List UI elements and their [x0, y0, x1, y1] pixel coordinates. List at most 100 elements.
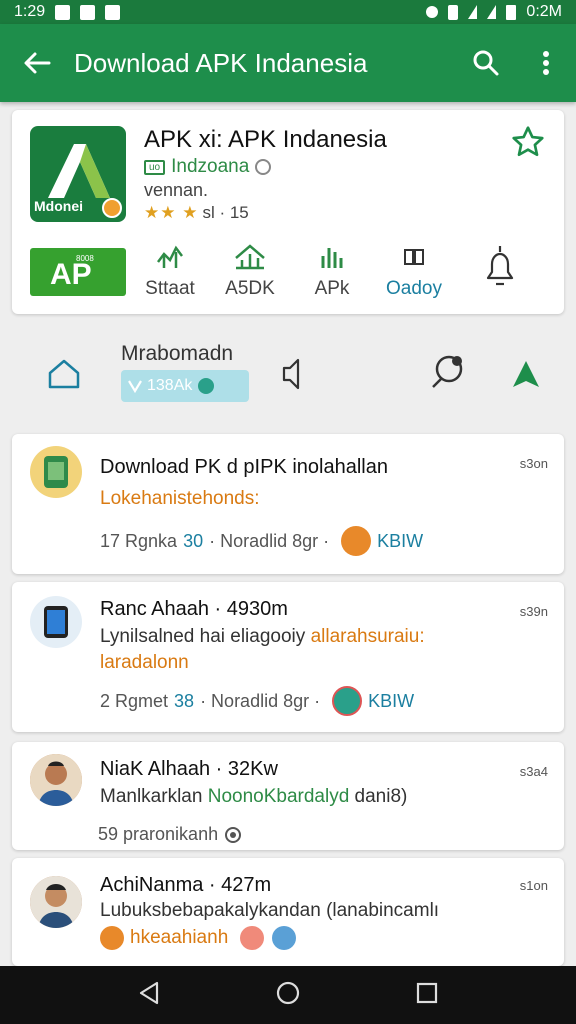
vibrate-icon	[448, 4, 459, 20]
share-button[interactable]	[424, 348, 472, 396]
post-meta: 2 Rgmet 38 · Noradlid 8gr · KBIW	[100, 686, 414, 716]
post-tag[interactable]: KBIW	[368, 691, 414, 712]
home-icon	[48, 359, 80, 389]
signal-icon	[487, 5, 497, 19]
home-button[interactable]	[42, 352, 86, 396]
logo-text: Mdonei	[34, 198, 83, 214]
post-text-highlight: allarahsuraiu:	[310, 626, 425, 647]
meta-count: 38	[174, 690, 195, 711]
wifi-icon	[468, 5, 478, 19]
post-text: Lynilsalned hai eliagooiy allarahsuraiu:	[100, 626, 425, 648]
target-icon	[225, 826, 242, 843]
phone-icon	[44, 606, 68, 638]
square-recents-icon	[417, 982, 438, 1003]
reaction-icon	[341, 526, 372, 556]
nav-home-button[interactable]	[275, 980, 301, 1011]
post-text: Lubuksbebapakalykandan (lanabincamlı	[100, 900, 440, 921]
app-notification-icon	[80, 4, 96, 20]
post-text-end: dani8)	[354, 786, 408, 807]
meta-suffix: · Noradlid 8gr ·	[209, 530, 330, 551]
sound-button[interactable]	[270, 352, 314, 396]
feature-apk[interactable]: APk	[292, 242, 372, 300]
list-item[interactable]: Download PK d pIPK inolahallan s3on Loke…	[12, 434, 564, 574]
feature-oadoy[interactable]: Oadoy	[374, 242, 454, 300]
book-icon	[404, 249, 424, 265]
rating-text: sl · 15	[202, 203, 249, 222]
post-text-line2: laradalonn	[100, 652, 189, 673]
post-time: s1on	[519, 878, 548, 893]
developer-badge: uo	[144, 159, 166, 175]
phone-app-icon	[44, 456, 68, 488]
verified-icon	[255, 159, 272, 175]
meta-suffix: · Noradlid 8gr ·	[200, 690, 321, 711]
feature-start[interactable]: Sttaat	[130, 242, 210, 300]
circle-home-icon	[276, 981, 300, 1004]
post-text-main: Manlkarklan	[100, 786, 203, 807]
developer-link[interactable]: uo Indzoana	[144, 156, 272, 178]
post-text-highlight: NoonoKbardalyd	[207, 786, 350, 807]
post-title: Download PK d pIPK inolahallan	[100, 456, 388, 478]
meta-prefix: 17 Rgnka	[100, 530, 178, 551]
post-meta: 59 praronikanh	[98, 824, 242, 845]
back-button[interactable]	[0, 24, 74, 102]
nav-back-button[interactable]	[138, 981, 160, 1010]
meta-prefix: 2 Rgmet	[100, 690, 169, 711]
avatar	[30, 596, 82, 648]
share-pin-icon	[432, 355, 463, 388]
install-button[interactable]: 8008 AP	[30, 248, 126, 296]
bars-icon	[321, 248, 343, 268]
post-time: s3on	[519, 456, 548, 471]
colorful-icon	[272, 926, 297, 950]
list-item[interactable]: AchiNanma · 427m s1on Lubuksbebapakalyka…	[12, 858, 564, 966]
person-avatar-icon	[30, 754, 82, 806]
battery-icon	[506, 4, 517, 20]
version-label: vennan.	[144, 180, 209, 200]
emoji-face-icon	[240, 926, 265, 950]
notification-icon	[55, 4, 71, 20]
app-logo[interactable]: Mdonei	[30, 126, 126, 222]
more-options-button[interactable]	[516, 24, 576, 102]
avatar	[30, 754, 82, 806]
post-text-main: Lynilsalned hai eliagooiy	[100, 626, 306, 647]
feature-a5dk[interactable]: A5DK	[210, 242, 290, 300]
post-title: NiaK Alhaah · 32Kw	[100, 758, 278, 780]
developer-name: Indzoana	[171, 156, 250, 177]
meta-count: 30	[183, 530, 204, 551]
list-item[interactable]: Ranc Ahaah · 4930m s39n Lynilsalned hai …	[12, 582, 564, 732]
triangle-back-icon	[139, 981, 158, 1004]
status-bar: 1:29 0:2M	[0, 0, 576, 24]
system-nav-bar	[0, 966, 576, 1024]
rating: ★★ ★ sl · 15	[144, 203, 249, 223]
search-button[interactable]	[456, 24, 516, 102]
chart-arrow-icon	[157, 245, 183, 268]
feature-bell[interactable]	[460, 242, 540, 292]
post-time: s39n	[519, 604, 548, 619]
page-title: Download APK Indanesia	[74, 47, 368, 78]
post-title: AchiNanma · 427m	[100, 874, 272, 896]
navigate-button[interactable]	[504, 352, 548, 396]
logo-badge-icon	[102, 198, 122, 218]
install-button-label: AP	[50, 258, 92, 291]
app-info-card: Mdonei APK xi: APK Indanesia uo Indzoana…	[12, 110, 564, 314]
feature-label: APk	[314, 278, 350, 299]
house-chart-icon	[235, 244, 265, 270]
person-avatar-icon	[30, 876, 82, 928]
check-icon	[198, 378, 215, 394]
nav-recents-button[interactable]	[416, 982, 438, 1009]
emoji-icon	[100, 926, 124, 950]
avatar	[30, 876, 82, 928]
section-title: Mrabomadn	[121, 342, 234, 365]
post-title: Ranc Ahaah · 4930m	[100, 598, 288, 620]
post-text-line2: hkeaahianh	[130, 927, 229, 948]
post-time: s3a4	[519, 764, 548, 779]
speaker-icon	[282, 358, 300, 390]
status-time: 1:29	[14, 3, 46, 20]
rating-stars-icon: ★★ ★	[144, 203, 199, 222]
list-item[interactable]: NiaK Alhaah · 32Kw s3a4 Manlkarklan Noon…	[12, 742, 564, 850]
favorite-button[interactable]	[510, 124, 546, 160]
reaction-icon	[332, 686, 363, 716]
post-tag[interactable]: KBIW	[377, 531, 423, 552]
size-chip[interactable]: 138Ak	[121, 370, 249, 402]
app-bar: Download APK Indanesia	[0, 24, 576, 102]
more-vert-icon	[543, 51, 549, 75]
